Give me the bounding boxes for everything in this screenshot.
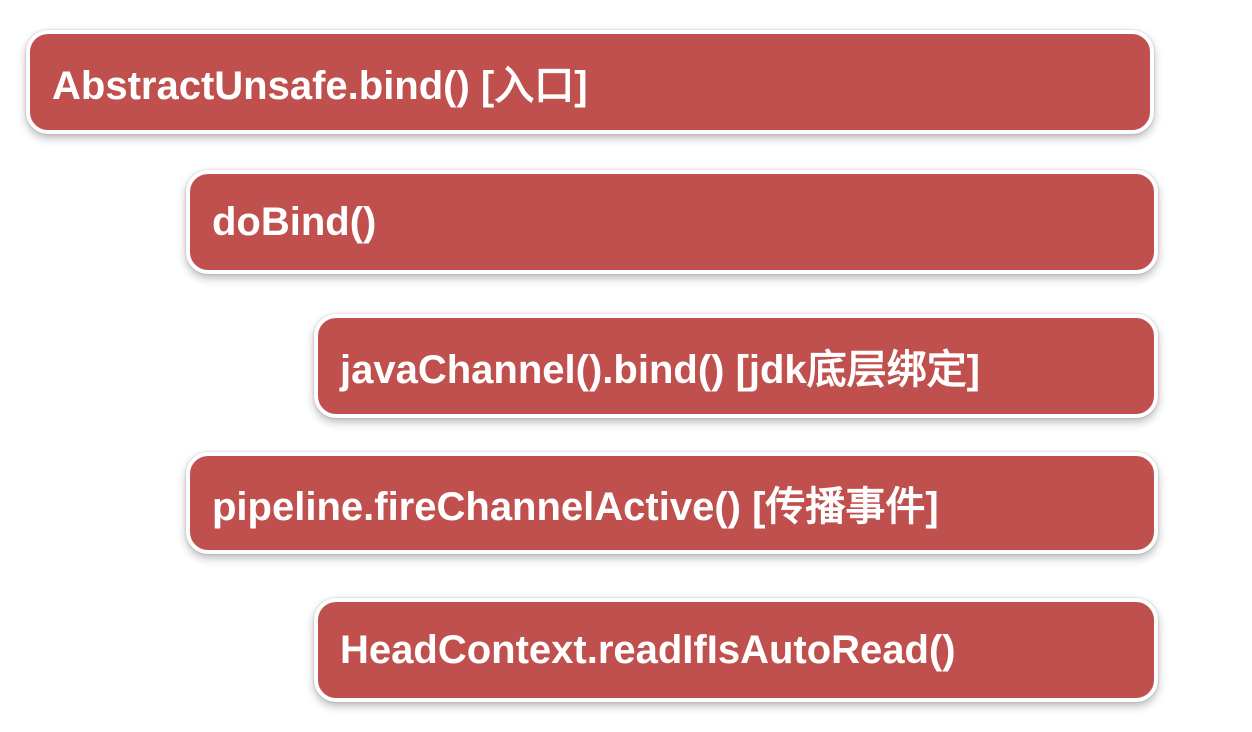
step-do-bind: doBind() [186, 170, 1158, 274]
step-head-context-read-if-is-auto-read: HeadContext.readIfIsAutoRead() [314, 598, 1158, 702]
step-label: pipeline.fireChannelActive() [传播事件] [212, 485, 939, 529]
step-label: AbstractUnsafe.bind() [入口] [52, 64, 588, 108]
step-java-channel-bind: javaChannel().bind() [jdk底层绑定] [314, 314, 1158, 418]
step-abstract-unsafe-bind: AbstractUnsafe.bind() [入口] [26, 30, 1154, 134]
step-pipeline-fire-channel-active: pipeline.fireChannelActive() [传播事件] [186, 452, 1158, 554]
step-label: javaChannel().bind() [jdk底层绑定] [340, 348, 980, 392]
step-label: doBind() [212, 199, 377, 244]
step-label: HeadContext.readIfIsAutoRead() [340, 627, 956, 672]
